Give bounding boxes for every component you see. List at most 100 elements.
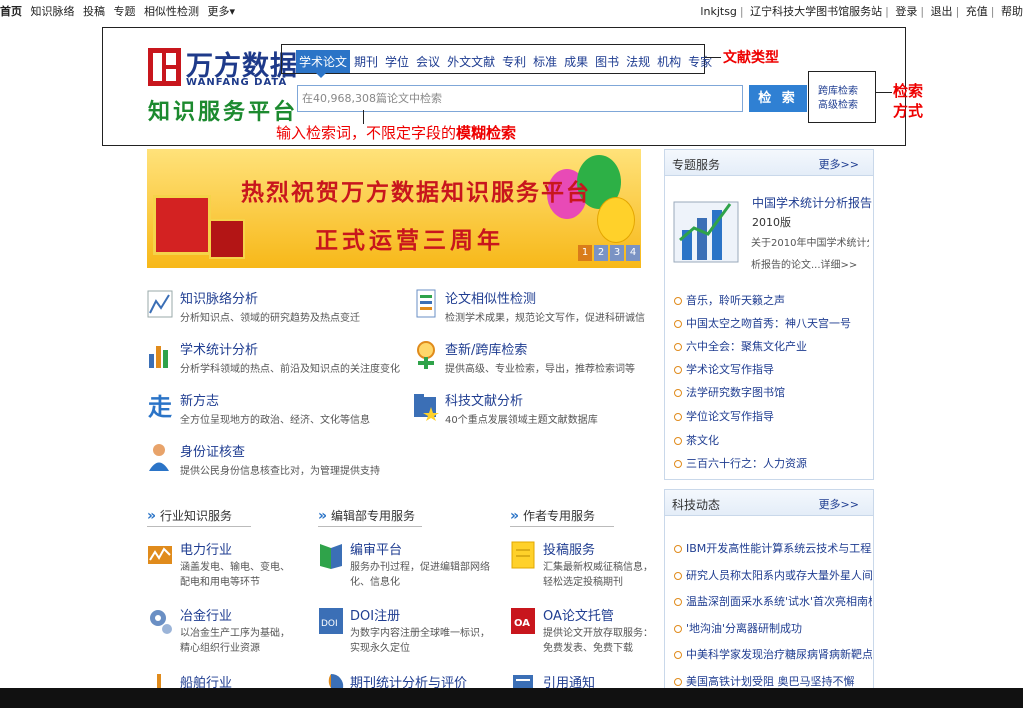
special-item[interactable]: 三百六十行之：人力资源 [674, 455, 870, 471]
service2-title-power[interactable]: 电力行业 [180, 539, 232, 558]
service-title-statistics[interactable]: 学术统计分析 [180, 339, 258, 358]
tab-foreign-docs[interactable]: 外文文献 [444, 50, 498, 73]
search-input[interactable]: 在40,968,308篇论文中检索 [297, 85, 743, 112]
service-title-similarity[interactable]: 论文相似性检测 [445, 288, 536, 307]
banner-page-1[interactable]: 1 [578, 245, 592, 261]
report-feature-edition: 2010版 [752, 216, 791, 229]
tab-standards[interactable]: 标准 [530, 50, 560, 73]
tab-conferences[interactable]: 会议 [413, 50, 443, 73]
service2-title-oa[interactable]: OA论文托管 [543, 605, 614, 624]
nav-similarity-link[interactable]: 相似性检测 [144, 5, 199, 18]
annotation-line-doc-type [705, 57, 721, 58]
report-feature-desc2[interactable]: 析报告的论文...详细>> [751, 256, 869, 271]
service2-desc2-metallurgy: 精心组织行业资源 [180, 643, 260, 654]
tab-experts[interactable]: 专家 [685, 50, 715, 73]
bullet-icon [674, 678, 682, 686]
special-item[interactable]: 中国太空之吻首秀：神八天宫一号 [674, 315, 870, 331]
folder-star-icon [414, 394, 439, 421]
tab-journals[interactable]: 期刊 [351, 50, 381, 73]
tab-achievements[interactable]: 成果 [561, 50, 591, 73]
service-desc-id-check: 提供公民身份信息核查比对，为管理提供支持 [180, 466, 380, 477]
bullet-icon [674, 343, 682, 351]
tab-theses[interactable]: 学位 [382, 50, 412, 73]
service-title-id-check[interactable]: 身份证核查 [180, 441, 245, 460]
special-item[interactable]: 学术论文写作指导 [674, 361, 870, 377]
banner-page-4[interactable]: 4 [626, 245, 640, 261]
bullet-icon [674, 572, 682, 580]
bullet-icon [674, 389, 682, 397]
svg-text:OA: OA [514, 618, 530, 629]
bullet-icon [674, 437, 682, 445]
annotation-input-b: 模糊检索 [456, 124, 517, 142]
svg-text:DOI: DOI [321, 619, 338, 629]
anniversary-banner[interactable]: 热烈祝贺万方数据知识服务平台 正式运营三周年 1 2 3 4 [147, 149, 641, 268]
special-services-title: 专题服务 [672, 158, 721, 172]
bullet-icon [674, 625, 682, 633]
special-item-text: 法学研究数字图书馆 [686, 386, 785, 399]
section-industry: » 行业知识服务 [147, 507, 232, 524]
tab-patents[interactable]: 专利 [499, 50, 529, 73]
service2-desc2-doi: 实现永久定位 [350, 643, 410, 654]
nav-knowledge-link[interactable]: 知识脉络 [31, 5, 75, 18]
special-item-text: 学术论文写作指导 [686, 363, 774, 376]
tab-books[interactable]: 图书 [592, 50, 622, 73]
special-item[interactable]: 学位论文写作指导 [674, 408, 870, 424]
special-item[interactable]: 音乐，聆听天籁之声 [674, 292, 870, 308]
service-desc-tech-literature: 40个重点发展领域主题文献数据库 [445, 415, 598, 426]
nav-home-link[interactable]: 首页 [0, 5, 22, 18]
service2-title-submission[interactable]: 投稿服务 [543, 539, 595, 558]
service2-title-editorial[interactable]: 编审平台 [350, 539, 402, 558]
recharge-link[interactable]: 充值 [966, 5, 988, 18]
doi-icon: DOI [319, 608, 343, 634]
special-item[interactable]: 六中全会：聚焦文化产业 [674, 338, 870, 354]
special-item[interactable]: 法学研究数字图书馆 [674, 384, 870, 400]
service-title-cross-search[interactable]: 查新/跨库检索 [445, 339, 527, 358]
search-button[interactable]: 检 索 [749, 85, 807, 112]
banner-page-2[interactable]: 2 [594, 245, 608, 261]
news-item-text: 中美科学家发现治疗糖尿病肾病新靶点 [686, 648, 872, 661]
cross-db-search-link[interactable]: 跨库检索 [818, 82, 858, 97]
magnifier-plus-icon [417, 341, 435, 369]
logout-link[interactable]: 退出 [931, 5, 953, 18]
special-item[interactable]: 茶文化 [674, 432, 870, 448]
special-services-more-link[interactable]: 更多>> [819, 156, 859, 172]
service2-title-doi[interactable]: DOI注册 [350, 605, 400, 624]
logo-text-en: WANFANG DATA [186, 77, 288, 88]
annotation-doc-type: 文献类型 [723, 50, 779, 66]
service-title-knowledge-context[interactable]: 知识脉络分析 [180, 288, 258, 307]
section-editorial: » 编辑部专用服务 [318, 507, 415, 524]
section-chevron-icon: » [510, 508, 520, 524]
banner-page-3[interactable]: 3 [610, 245, 624, 261]
advanced-search-link[interactable]: 高级检索 [818, 96, 858, 111]
bullet-icon [674, 460, 682, 468]
help-link[interactable]: 帮助 [1001, 5, 1023, 18]
special-item-text: 三百六十行之：人力资源 [686, 457, 807, 470]
tab-academic-papers[interactable]: 学术论文 [296, 50, 351, 78]
service-title-local-chronicles[interactable]: 新方志 [180, 390, 219, 409]
news-item[interactable]: 美国高铁计划受阻 奥巴马坚持不懈 [674, 673, 872, 689]
news-item[interactable]: 中美科学家发现治疗糖尿病肾病新靶点 [674, 646, 872, 662]
news-item[interactable]: 温盐深剖面采水系统'试水'首次亮相南极大洋 [674, 593, 872, 609]
nav-submit-link[interactable]: 投稿 [83, 5, 105, 18]
library-station-link[interactable]: 辽宁科技大学图书馆服务站 [750, 5, 882, 18]
section-editorial-divider [318, 526, 422, 527]
nav-topics-link[interactable]: 专题 [114, 5, 136, 18]
report-feature-desc1: 关于2010年中国学术统计分 [751, 238, 869, 249]
ship-icon [157, 674, 161, 688]
balloon-yellow-icon [597, 197, 635, 243]
login-link[interactable]: 登录 [895, 5, 917, 18]
section-author-divider [510, 526, 614, 527]
tech-news-more-link[interactable]: 更多>> [819, 496, 859, 512]
service2-title-metallurgy[interactable]: 冶金行业 [180, 605, 232, 624]
tab-institutions[interactable]: 机构 [654, 50, 684, 73]
report-feature-title[interactable]: 中国学术统计分析报告 [752, 194, 872, 211]
news-item[interactable]: 研究人员称太阳系内或存大量外星人间候标志 [674, 567, 872, 583]
user-name[interactable]: lnkjtsg [700, 5, 736, 18]
tab-regulations[interactable]: 法规 [623, 50, 653, 73]
news-item[interactable]: '地沟油'分离器研制成功 [674, 620, 872, 636]
service2-desc2-power: 配电和用电等环节 [180, 577, 260, 588]
nav-more-dropdown[interactable]: 更多▾ [208, 5, 236, 18]
bullet-icon [674, 545, 682, 553]
news-item[interactable]: IBM开发高性能计算系统云技术与工程服务 [674, 540, 872, 556]
service-title-tech-literature[interactable]: 科技文献分析 [445, 390, 523, 409]
